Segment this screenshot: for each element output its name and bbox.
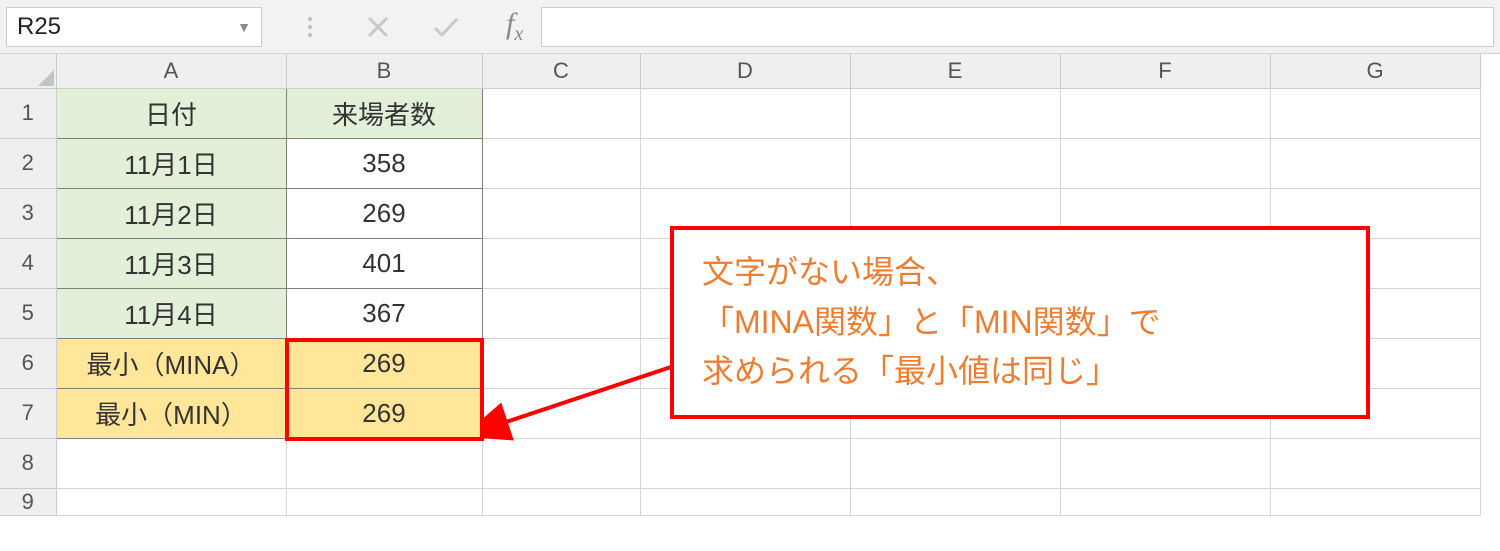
col-header-A[interactable]: A [56, 54, 286, 88]
name-box[interactable]: R25 ▼ [6, 7, 262, 47]
col-header-C[interactable]: C [482, 54, 640, 88]
cell-E9[interactable] [850, 488, 1060, 515]
formula-bar-buttons: fx [268, 7, 523, 47]
row-header-7[interactable]: 7 [0, 388, 56, 438]
cell-F1[interactable] [1060, 88, 1270, 138]
cell-A2[interactable]: 11月1日 [56, 138, 286, 188]
cell-E2[interactable] [850, 138, 1060, 188]
cell-B1[interactable]: 来場者数 [286, 88, 482, 138]
cell-A3[interactable]: 11月2日 [56, 188, 286, 238]
col-header-B[interactable]: B [286, 54, 482, 88]
cell-B4[interactable]: 401 [286, 238, 482, 288]
row-header-5[interactable]: 5 [0, 288, 56, 338]
cell-D8[interactable] [640, 438, 850, 488]
col-header-E[interactable]: E [850, 54, 1060, 88]
formula-bar: R25 ▼ fx [0, 0, 1500, 54]
row-header-9[interactable]: 9 [0, 488, 56, 515]
cell-G1[interactable] [1270, 88, 1480, 138]
row-header-1[interactable]: 1 [0, 88, 56, 138]
annotation-line3: 求められる「最小値は同じ」 [702, 347, 1338, 397]
row-header-2[interactable]: 2 [0, 138, 56, 188]
cancel-icon [358, 7, 398, 47]
cell-F2[interactable] [1060, 138, 1270, 188]
cell-G9[interactable] [1270, 488, 1480, 515]
cell-A5[interactable]: 11月4日 [56, 288, 286, 338]
cell-F8[interactable] [1060, 438, 1270, 488]
cell-C4[interactable] [482, 238, 640, 288]
annotation-callout: 文字がない場合、 「MINA関数」と「MIN関数」で 求められる「最小値は同じ」 [670, 226, 1370, 419]
col-header-F[interactable]: F [1060, 54, 1270, 88]
cell-G2[interactable] [1270, 138, 1480, 188]
annotation-line1: 文字がない場合、 [702, 248, 1338, 298]
cell-B7[interactable]: 269 [286, 388, 482, 438]
cell-B2[interactable]: 358 [286, 138, 482, 188]
separator-icon [290, 7, 330, 47]
cell-G8[interactable] [1270, 438, 1480, 488]
cell-A8[interactable] [56, 438, 286, 488]
col-header-D[interactable]: D [640, 54, 850, 88]
chevron-down-icon[interactable]: ▼ [237, 19, 251, 35]
select-all-corner[interactable] [0, 54, 56, 88]
cell-B3[interactable]: 269 [286, 188, 482, 238]
enter-icon [426, 7, 466, 47]
cell-A9[interactable] [56, 488, 286, 515]
formula-input[interactable] [541, 7, 1494, 47]
row-header-6[interactable]: 6 [0, 338, 56, 388]
row-header-3[interactable]: 3 [0, 188, 56, 238]
cell-A6[interactable]: 最小（MINA） [56, 338, 286, 388]
fx-icon[interactable]: fx [506, 7, 523, 46]
spreadsheet-grid: A B C D E F G 1 日付 来場者数 2 11月1日 358 [0, 54, 1500, 516]
cell-F9[interactable] [1060, 488, 1270, 515]
cell-E8[interactable] [850, 438, 1060, 488]
cell-C3[interactable] [482, 188, 640, 238]
cell-D2[interactable] [640, 138, 850, 188]
cell-C7[interactable] [482, 388, 640, 438]
cell-D9[interactable] [640, 488, 850, 515]
cell-E1[interactable] [850, 88, 1060, 138]
cell-A7[interactable]: 最小（MIN） [56, 388, 286, 438]
cell-B6[interactable]: 269 [286, 338, 482, 388]
cell-A1[interactable]: 日付 [56, 88, 286, 138]
cell-B5[interactable]: 367 [286, 288, 482, 338]
row-header-8[interactable]: 8 [0, 438, 56, 488]
cell-C6[interactable] [482, 338, 640, 388]
annotation-line2: 「MINA関数」と「MIN関数」で [702, 298, 1338, 348]
cell-B9[interactable] [286, 488, 482, 515]
cell-A4[interactable]: 11月3日 [56, 238, 286, 288]
cell-C8[interactable] [482, 438, 640, 488]
row-header-4[interactable]: 4 [0, 238, 56, 288]
col-header-G[interactable]: G [1270, 54, 1480, 88]
cell-C9[interactable] [482, 488, 640, 515]
cell-C5[interactable] [482, 288, 640, 338]
name-box-value: R25 [17, 13, 61, 41]
cell-C2[interactable] [482, 138, 640, 188]
cell-C1[interactable] [482, 88, 640, 138]
cell-B8[interactable] [286, 438, 482, 488]
cell-D1[interactable] [640, 88, 850, 138]
